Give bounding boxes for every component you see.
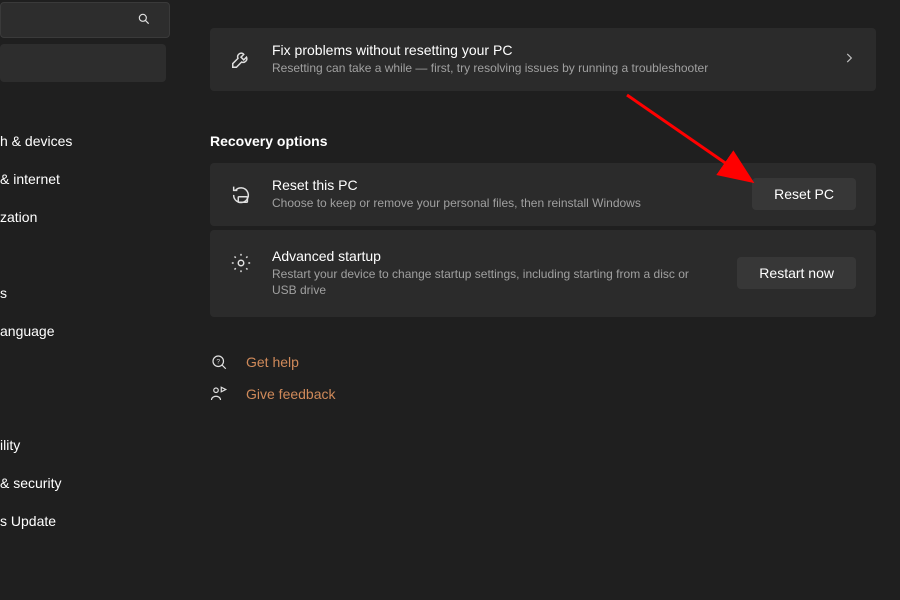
advanced-startup-icon <box>230 252 254 274</box>
get-help-link[interactable]: ? Get help <box>210 353 876 371</box>
fix-problems-card[interactable]: Fix problems without resetting your PC R… <box>210 28 876 91</box>
nav-item-language[interactable]: anguage <box>0 312 166 350</box>
help-icon: ? <box>210 353 232 371</box>
fix-title: Fix problems without resetting your PC <box>272 42 830 58</box>
nav-label: s <box>0 285 7 301</box>
chevron-right-icon <box>842 51 856 68</box>
feedback-icon <box>210 385 232 403</box>
nav-label: s Update <box>0 513 56 529</box>
nav-label: zation <box>0 209 37 225</box>
reset-pc-card: Reset this PC Choose to keep or remove y… <box>210 163 876 226</box>
reset-icon <box>230 183 254 205</box>
give-feedback-link[interactable]: Give feedback <box>210 385 876 403</box>
nav-label: h & devices <box>0 133 72 149</box>
nav-label: & security <box>0 475 61 491</box>
advanced-startup-card: Advanced startup Restart your device to … <box>210 230 876 318</box>
nav-item-internet[interactable]: & internet <box>0 160 166 198</box>
content-area: Fix problems without resetting your PC R… <box>172 0 900 600</box>
nav-item-current[interactable] <box>0 44 166 82</box>
nav-item-security[interactable]: & security <box>0 464 166 502</box>
section-title: Recovery options <box>210 133 876 149</box>
reset-pc-button[interactable]: Reset PC <box>752 178 856 210</box>
fix-subtitle: Resetting can take a while — first, try … <box>272 60 712 77</box>
advanced-subtitle: Restart your device to change startup se… <box>272 266 712 300</box>
nav-item-blank2[interactable] <box>0 350 166 388</box>
search-box[interactable] <box>0 2 170 38</box>
advanced-title: Advanced startup <box>272 248 737 264</box>
nav-label: ility <box>0 437 20 453</box>
nav-label: anguage <box>0 323 55 339</box>
card-body: Reset this PC Choose to keep or remove y… <box>272 177 752 212</box>
search-icon <box>137 12 151 29</box>
nav-label: & internet <box>0 171 60 187</box>
get-help-label: Get help <box>246 354 299 370</box>
svg-text:?: ? <box>216 359 220 366</box>
card-body: Advanced startup Restart your device to … <box>272 248 737 300</box>
reset-title: Reset this PC <box>272 177 752 193</box>
nav-item-blank3[interactable] <box>0 388 166 426</box>
sidebar: h & devices & internet zation s anguage … <box>0 0 172 600</box>
card-body: Fix problems without resetting your PC R… <box>272 42 830 77</box>
feedback-label: Give feedback <box>246 386 336 402</box>
wrench-icon <box>230 48 254 70</box>
nav-item-s[interactable]: s <box>0 274 166 312</box>
reset-subtitle: Choose to keep or remove your personal f… <box>272 195 712 212</box>
nav-item-devices[interactable]: h & devices <box>0 122 166 160</box>
nav-item-blank1[interactable] <box>0 236 166 274</box>
nav-item-ility[interactable]: ility <box>0 426 166 464</box>
nav-item-zation[interactable]: zation <box>0 198 166 236</box>
restart-now-button[interactable]: Restart now <box>737 257 856 289</box>
help-links: ? Get help Give feedback <box>210 353 876 403</box>
nav-item-update[interactable]: s Update <box>0 502 166 540</box>
